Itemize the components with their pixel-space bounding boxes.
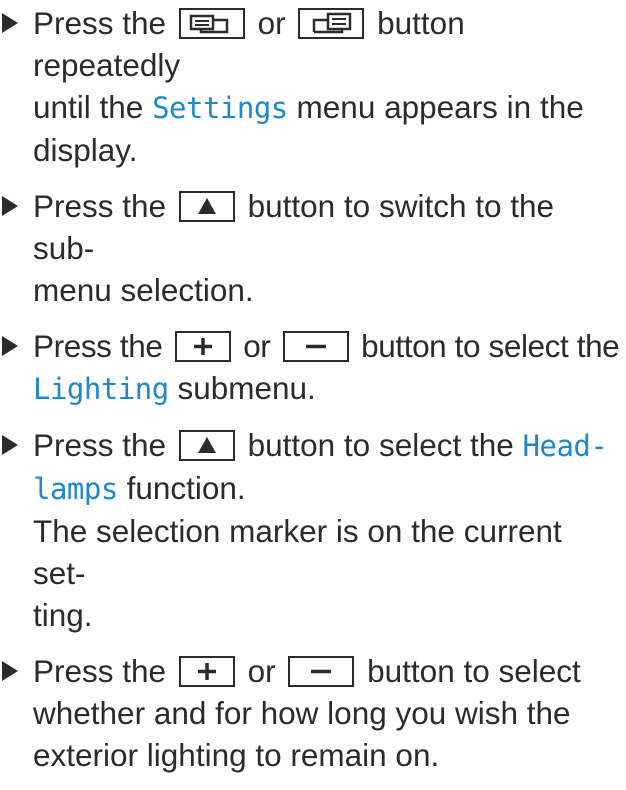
step-4-note-2: ting. (33, 597, 93, 633)
function-name-headlamps: Head- (522, 429, 608, 463)
step-text: Press the (33, 653, 167, 689)
step-text: Press the (33, 328, 163, 364)
display-left-button (178, 8, 245, 39)
bullet-arrow-icon (2, 13, 18, 33)
up-arrow-icon (197, 437, 216, 453)
step-text: Press the (33, 427, 167, 463)
display-right-button (298, 8, 365, 39)
step-3-line-2: Lighting submenu. (33, 367, 620, 410)
minus-button (288, 656, 355, 687)
step-4: Press the button to select the Head- lam… (0, 424, 620, 636)
step-text: submenu. (177, 370, 316, 406)
up-button (178, 191, 235, 222)
step-text: button to select the (247, 427, 514, 463)
display-right-icon (313, 12, 352, 34)
up-button (178, 430, 235, 461)
minus-icon (305, 344, 326, 349)
bullet-arrow-icon (2, 435, 18, 455)
step-text: Press the (33, 188, 167, 224)
minus-button (282, 331, 349, 362)
plus-icon (197, 663, 216, 680)
menu-name-lighting: Lighting (33, 372, 169, 406)
step-text: menu appears in the (296, 89, 584, 125)
up-arrow-icon (197, 198, 216, 214)
function-name-headlamps: lamps (33, 472, 118, 506)
step-3-line-1: Press the or button to select the (33, 325, 620, 367)
step-text: or (247, 653, 276, 689)
bullet-arrow-icon (2, 336, 18, 356)
minus-icon (311, 669, 332, 674)
display-left-icon (189, 14, 229, 34)
step-text: Press the (33, 5, 167, 41)
menu-name-settings: Settings (152, 91, 288, 125)
bullet-arrow-icon (2, 661, 18, 681)
step-text: button to select (367, 653, 581, 689)
step-2: Press the button to switch to the sub- m… (0, 185, 620, 311)
step-text: until the (33, 89, 144, 125)
step-4-line-2: lamps function. (33, 467, 620, 510)
step-1-line-3: display. (33, 132, 138, 168)
plus-button (178, 656, 235, 687)
step-4-note-1: The selection marker is on the current s… (33, 513, 562, 591)
step-3: Press the or button to select the Lighti… (0, 325, 620, 410)
step-5: Press the or button to select whether an… (0, 650, 620, 776)
step-text: button to select the (361, 328, 620, 364)
step-2-line-1: Press the button to switch to the sub- (33, 185, 620, 269)
plus-icon (193, 338, 212, 355)
step-4-line-1: Press the button to select the Head- (33, 424, 620, 467)
step-1: Press the or button repeatedly until the… (0, 2, 620, 171)
bullet-arrow-icon (2, 196, 18, 216)
step-5-line-1: Press the or button to select (33, 650, 620, 692)
step-1-line-2: until the Settings menu appears in the (33, 86, 620, 129)
step-5-line-3: exterior lighting to remain on. (33, 737, 440, 773)
step-5-line-2: whether and for how long you wish the (33, 695, 571, 731)
step-text: or (257, 5, 286, 41)
instructions: Press the or button repeatedly until the… (0, 2, 620, 790)
step-2-line-2: menu selection. (33, 272, 254, 308)
step-text: function. (126, 470, 246, 506)
step-text: or (243, 328, 271, 364)
plus-button (174, 331, 231, 362)
step-1-line-1: Press the or button repeatedly (33, 2, 620, 86)
